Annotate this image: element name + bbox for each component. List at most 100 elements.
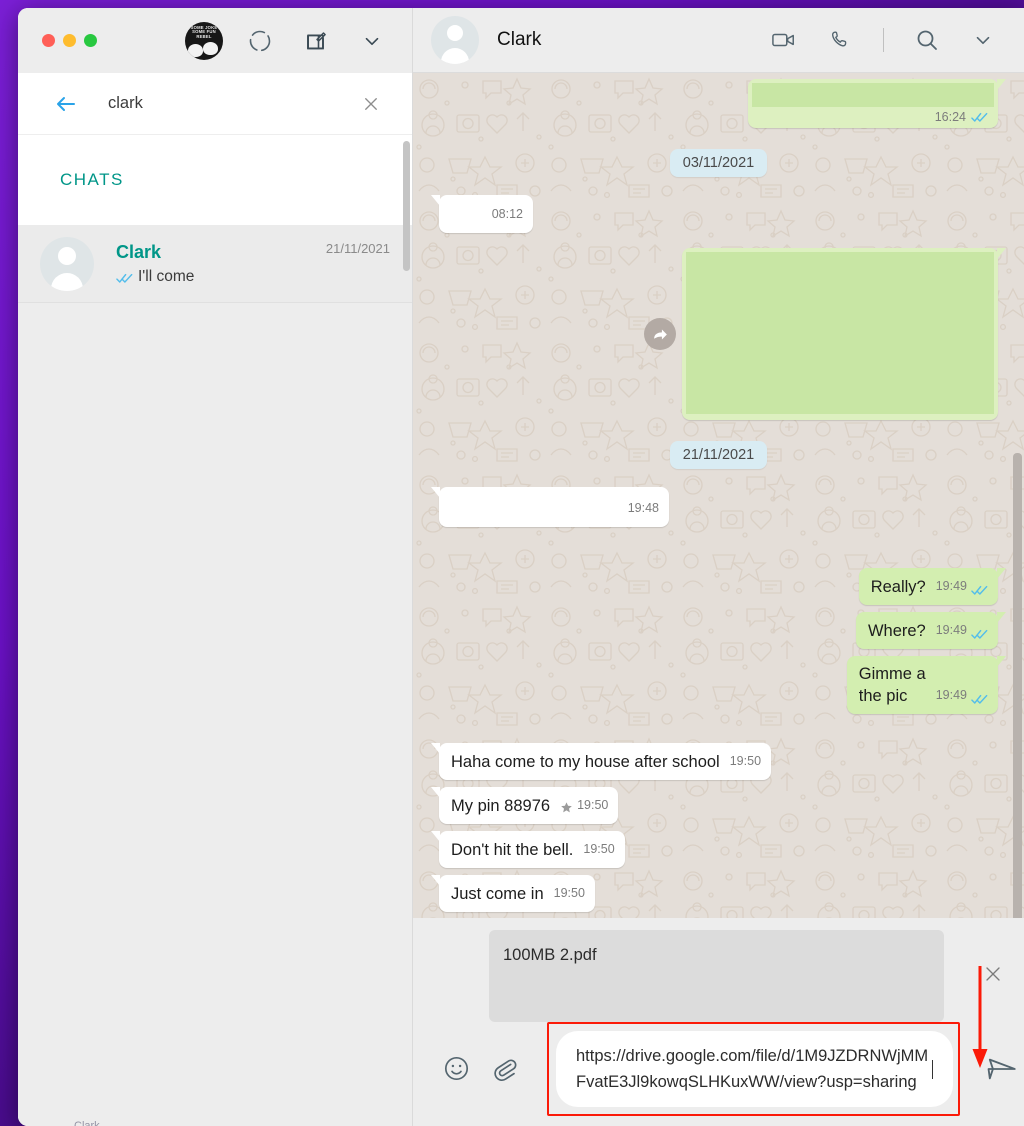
list-item-snippet: I'll come	[138, 267, 195, 285]
search-bar[interactable]: clark	[18, 73, 412, 135]
message-text: Really?	[870, 578, 926, 596]
message-bubble[interactable]: My pin 88976 19:50	[430, 787, 619, 824]
read-receipt-icon	[971, 581, 988, 595]
message-bubble[interactable]: Gimme a the pic 19:49	[846, 656, 1007, 714]
avatar-head	[447, 25, 463, 41]
message-meta: 19:50	[730, 750, 761, 773]
avatar[interactable]	[431, 16, 479, 64]
composer: 100MB 2.pdf https://drive.google.com/fil…	[413, 918, 1024, 1126]
message-row	[439, 248, 1006, 420]
list-item-snippet-row: I'll come	[116, 268, 326, 286]
message-meta: 08:12	[492, 203, 523, 226]
message-row: Really? 19:49	[439, 568, 1007, 605]
list-item[interactable]: Clark I'll come 21/11/2021	[18, 225, 412, 303]
message-meta: 19:50	[560, 794, 608, 817]
message-meta: 19:49	[936, 684, 988, 707]
avatar-head	[58, 246, 76, 265]
date-separator: 03/11/2021	[669, 149, 768, 177]
phone-icon[interactable]	[827, 27, 853, 53]
list-item-name: Clark	[116, 241, 162, 262]
profile-avatar[interactable]: SOME JOKE SOME FUN REBEL	[185, 21, 223, 60]
media-thumbnail	[686, 252, 994, 414]
sidebar-titlebar: SOME JOKE SOME FUN REBEL	[18, 8, 412, 73]
new-chat-icon[interactable]	[303, 28, 329, 54]
message-list[interactable]: 16:24 03/11/2021 08:12 21/11/2021 19:48 …	[413, 73, 1024, 918]
read-receipt-icon	[971, 625, 988, 639]
message-row: Just come in 19:50	[431, 875, 998, 912]
window-traffic-lights[interactable]	[42, 34, 97, 47]
message-row: Gimme a the pic 19:49	[439, 656, 1007, 714]
message-input[interactable]: https://drive.google.com/file/d/1M9JZDRN…	[556, 1031, 953, 1107]
media-thumbnail	[752, 83, 994, 107]
media-message-bubble[interactable]	[682, 248, 1006, 420]
send-button[interactable]	[980, 1047, 1024, 1091]
message-time: 19:50	[553, 886, 585, 900]
chats-section-label: CHATS	[60, 170, 124, 189]
read-receipt-icon	[971, 112, 988, 123]
message-meta: 19:50	[583, 838, 614, 861]
message-text: My pin 88976	[451, 797, 551, 815]
date-separator: 21/11/2021	[669, 441, 768, 469]
message-meta	[686, 414, 994, 420]
chevron-down-icon[interactable]	[359, 28, 385, 54]
list-item-date: 21/11/2021	[325, 241, 390, 256]
message-bubble[interactable]: Haha come to my house after school 19:50	[430, 743, 772, 780]
paperclip-icon[interactable]	[491, 1055, 519, 1083]
media-message-bubble[interactable]: 08:12	[431, 195, 533, 233]
sidebar-scrollbar[interactable]	[403, 141, 410, 271]
maximize-window-button[interactable]	[84, 34, 97, 47]
message-meta: 19:50	[554, 882, 585, 905]
media-message-bubble[interactable]: 16:24	[748, 79, 1006, 128]
avatar-figure-left	[188, 43, 203, 57]
profile-avatar-text: SOME JOKE SOME FUN REBEL	[190, 24, 218, 39]
search-input[interactable]: clark	[108, 94, 362, 113]
search-icon[interactable]	[914, 27, 940, 53]
attachment-preview[interactable]: 100MB 2.pdf	[489, 930, 944, 1022]
sidebar-empty-area	[18, 303, 412, 1126]
video-call-icon[interactable]	[771, 27, 797, 53]
avatar-body	[51, 272, 83, 291]
message-meta: 16:24	[752, 107, 994, 128]
chevron-down-icon[interactable]	[970, 27, 996, 53]
message-text: Where?	[867, 622, 926, 640]
back-arrow-icon[interactable]	[54, 92, 78, 116]
composer-input-row: https://drive.google.com/file/d/1M9JZDRN…	[413, 1022, 1024, 1126]
message-time: 19:49	[935, 579, 967, 593]
message-time: 19:50	[577, 798, 609, 812]
message-row: Haha come to my house after school 19:50	[430, 743, 998, 780]
attachment-file-name: 100MB 2.pdf	[503, 946, 597, 964]
sidebar-toolbar-icons	[247, 28, 385, 54]
status-ring-icon[interactable]	[247, 28, 273, 54]
message-time: 19:49	[935, 623, 967, 637]
message-meta: 19:49	[936, 619, 988, 642]
message-row: Don't hit the bell. 19:50	[431, 831, 998, 868]
message-time: 19:50	[583, 842, 615, 856]
message-text: Haha come to my house after school	[451, 753, 720, 771]
message-time: 19:48	[627, 501, 659, 515]
message-list-scrollbar[interactable]	[1013, 453, 1022, 918]
message-bubble[interactable]: Really? 19:49	[858, 568, 1007, 605]
read-receipt-icon	[971, 690, 988, 704]
date-separator-row: 21/11/2021	[439, 441, 998, 469]
chat-header-actions	[771, 27, 996, 53]
starred-message-icon	[560, 799, 573, 812]
close-icon[interactable]	[362, 95, 380, 113]
media-message-bubble[interactable]: 19:48	[431, 487, 669, 527]
annotation-x-icon	[986, 967, 1000, 981]
message-row: 16:24	[439, 79, 1006, 128]
forward-message-button[interactable]	[644, 318, 676, 350]
minimize-window-button[interactable]	[63, 34, 76, 47]
message-row: 19:48	[431, 487, 998, 527]
message-meta: 19:49	[936, 575, 988, 598]
message-bubble[interactable]: Just come in 19:50	[431, 875, 595, 912]
message-input-value: https://drive.google.com/file/d/1M9JZDRN…	[576, 1047, 929, 1091]
message-bubble[interactable]: Where? 19:49	[855, 612, 1007, 649]
sidebar-bottom-partial-text: Clark	[74, 1120, 100, 1126]
emoji-smiley-icon[interactable]	[443, 1055, 471, 1083]
message-bubble[interactable]: Don't hit the bell. 19:50	[431, 831, 625, 868]
message-row: 08:12	[431, 195, 998, 233]
avatar-body	[441, 48, 469, 64]
message-text: Gimme a the pic	[858, 665, 926, 705]
close-window-button[interactable]	[42, 34, 55, 47]
text-caret	[932, 1059, 933, 1079]
